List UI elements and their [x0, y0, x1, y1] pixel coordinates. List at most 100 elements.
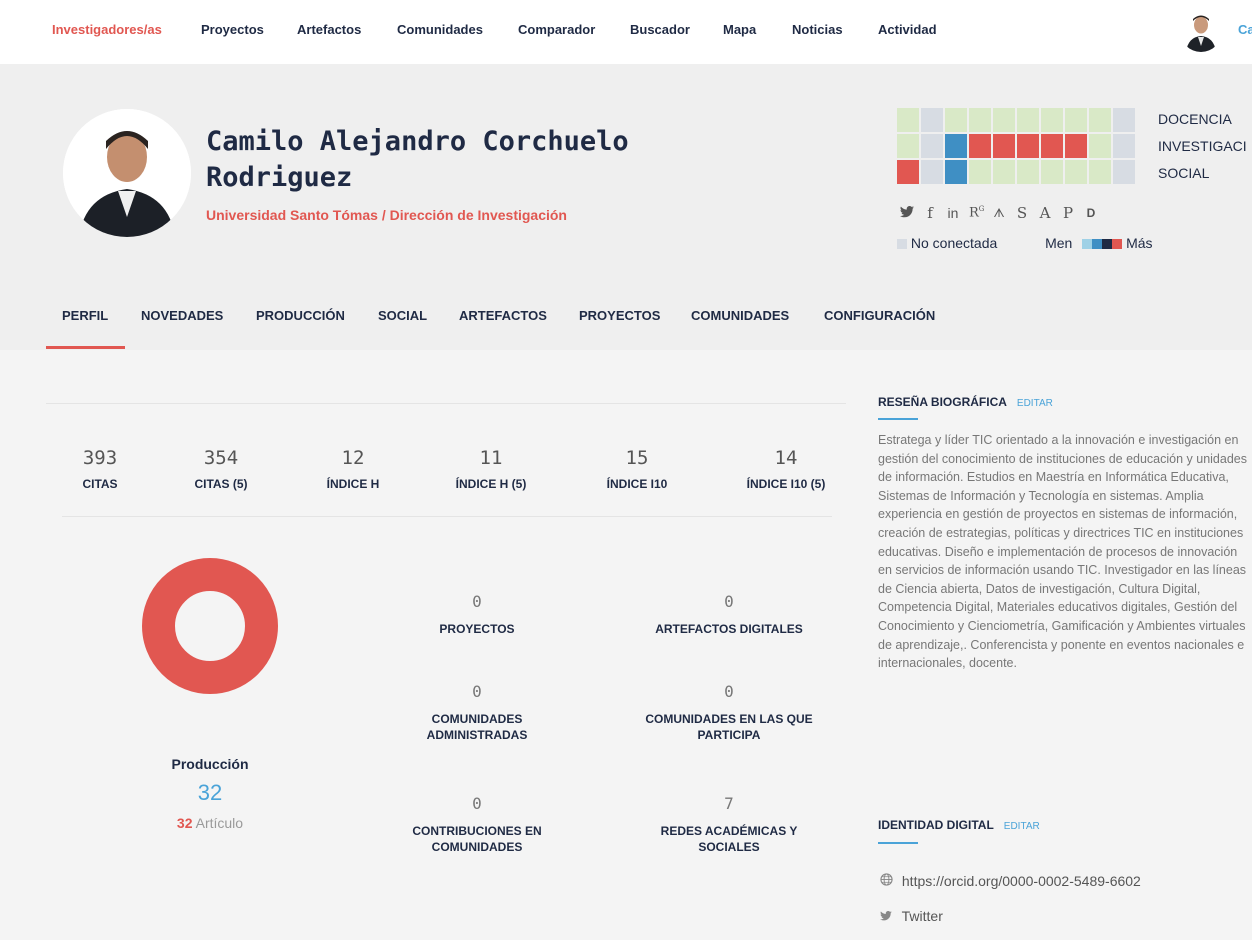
twitter-icon[interactable] — [900, 204, 914, 222]
metric-value: 12 — [341, 447, 365, 469]
nav-investigadores[interactable]: Investigadores/as — [52, 22, 162, 37]
linkedin-icon[interactable]: in — [946, 205, 960, 221]
stat-label: COMUNIDADES EN LAS QUE PARTICIPA — [645, 712, 813, 742]
top-navigation: Investigadores/as Proyectos Artefactos C… — [0, 0, 1252, 64]
profile-name-line1: Camilo Alejandro Corchuelo — [206, 126, 629, 157]
bio-title: RESEÑA BIOGRÁFICA — [878, 395, 1007, 409]
stat-redes-academicas[interactable]: 7 REDES ACADÉMICAS Y SOCIALES — [629, 794, 829, 855]
stat-artefactos-digitales[interactable]: 0 ARTEFACTOS DIGITALES — [629, 592, 829, 637]
stat-proyectos[interactable]: 0 PROYECTOS — [377, 592, 577, 637]
user-avatar[interactable] — [1180, 10, 1222, 52]
stat-comunidades-participa[interactable]: 0 COMUNIDADES EN LAS QUE PARTICIPA — [629, 682, 829, 743]
metric-value: 11 — [479, 447, 503, 469]
activity-cell — [921, 134, 943, 158]
activity-row-docencia: DOCENCIA — [1158, 111, 1232, 127]
nav-proyectos[interactable]: Proyectos — [201, 22, 264, 37]
article-label: Artículo — [195, 815, 244, 831]
profile-photo — [63, 109, 191, 237]
tab-novedades[interactable]: NOVEDADES — [141, 308, 223, 323]
tab-proyectos[interactable]: PROYECTOS — [579, 308, 660, 323]
activity-cell — [1089, 134, 1111, 158]
academia-icon[interactable]: A — [1038, 204, 1052, 222]
bio-text: Estratega y líder TIC orientado a la inn… — [878, 433, 1247, 671]
researchgate-icon[interactable]: RG — [969, 205, 984, 220]
stat-value: 0 — [472, 682, 482, 701]
tab-artefactos[interactable]: ARTEFACTOS — [459, 308, 547, 323]
legend-swatch-1 — [1082, 239, 1093, 250]
metric-label: ÍNDICE H — [326, 477, 380, 491]
section-underline — [878, 418, 918, 420]
profile-name: Camilo Alejandro Corchuelo Rodriguez — [206, 124, 766, 196]
publons-icon[interactable]: P — [1061, 204, 1075, 222]
stat-label: ARTEFACTOS DIGITALES — [655, 622, 803, 636]
activity-cell — [1041, 134, 1063, 158]
identity-section-title: IDENTIDAD DIGITAL EDITAR — [878, 818, 1040, 832]
activity-cell — [1017, 108, 1039, 132]
tab-configuracion[interactable]: CONFIGURACIÓN — [824, 308, 935, 323]
metric-indice-i10: 15 ÍNDICE I10 — [577, 447, 697, 491]
activity-cell — [1065, 160, 1087, 184]
stat-value: 0 — [472, 794, 482, 813]
tab-perfil[interactable]: PERFIL — [62, 308, 108, 323]
user-name-link[interactable]: Ca — [1238, 22, 1252, 37]
nav-actividad[interactable]: Actividad — [878, 22, 937, 37]
nav-comunidades[interactable]: Comunidades — [397, 22, 483, 37]
facebook-icon[interactable]: f — [923, 204, 937, 222]
stat-label: PROYECTOS — [439, 622, 515, 636]
affiliation[interactable]: Universidad Santo Tómas / Dirección de I… — [206, 207, 567, 223]
nav-mapa[interactable]: Mapa — [723, 22, 756, 37]
activity-cell — [993, 134, 1015, 158]
activity-cell — [993, 160, 1015, 184]
stat-value: 0 — [472, 592, 482, 611]
metric-indice-h: 12 ÍNDICE H — [293, 447, 413, 491]
identity-link-text: https://orcid.org/0000-0002-5489-6602 — [901, 873, 1141, 889]
profile-name-line2: Rodriguez — [206, 162, 353, 193]
nav-buscador[interactable]: Buscador — [630, 22, 690, 37]
orcid-icon[interactable]: D — [1084, 206, 1098, 220]
section-underline — [878, 842, 918, 844]
metric-label: CITAS — [82, 477, 118, 491]
stat-comunidades-administradas[interactable]: 0 COMUNIDADES ADMINISTRADAS — [377, 682, 577, 743]
globe-icon — [880, 873, 898, 889]
activity-legend: No conectada Men Más — [897, 235, 1153, 251]
activity-row-social: SOCIAL — [1158, 165, 1210, 181]
identity-title: IDENTIDAD DIGITAL — [878, 818, 994, 832]
production-count[interactable]: 32 — [140, 780, 280, 806]
social-icons: f in RG ᗑ S A P D — [900, 204, 1098, 222]
activity-cell — [1041, 160, 1063, 184]
activity-cell — [993, 108, 1015, 132]
stat-label: COMUNIDADES ADMINISTRADAS — [426, 712, 528, 742]
nav-noticias[interactable]: Noticias — [792, 22, 843, 37]
activity-cell — [897, 134, 919, 158]
tab-social[interactable]: SOCIAL — [378, 308, 427, 323]
google-scholar-icon[interactable]: S — [1015, 204, 1029, 222]
metric-indice-i10-5: 14 ÍNDICE I10 (5) — [726, 447, 846, 491]
activity-cell — [969, 160, 991, 184]
tab-comunidades[interactable]: COMUNIDADES — [691, 308, 789, 323]
activity-cell — [945, 134, 967, 158]
legend-less: Men — [1045, 235, 1073, 251]
stat-label: REDES ACADÉMICAS Y SOCIALES — [660, 824, 798, 854]
identity-link-twitter[interactable]: Twitter — [880, 908, 943, 924]
activity-cell — [897, 108, 919, 132]
mendeley-icon[interactable]: ᗑ — [992, 206, 1006, 221]
identity-edit-link[interactable]: EDITAR — [1004, 821, 1040, 832]
tab-produccion[interactable]: PRODUCCIÓN — [256, 308, 345, 323]
nav-comparador[interactable]: Comparador — [518, 22, 595, 37]
activity-cell — [1041, 108, 1063, 132]
activity-cell — [969, 134, 991, 158]
activity-cell — [969, 108, 991, 132]
stat-contribuciones[interactable]: 0 CONTRIBUCIONES EN COMUNIDADES — [377, 794, 577, 855]
nav-artefactos[interactable]: Artefactos — [297, 22, 361, 37]
bio-edit-link[interactable]: EDITAR — [1017, 398, 1053, 409]
activity-cell — [1113, 134, 1135, 158]
activity-cell — [1113, 108, 1135, 132]
legend-more: Más — [1126, 235, 1153, 251]
metric-citas-5: 354 CITAS (5) — [161, 447, 281, 491]
identity-link-orcid[interactable]: https://orcid.org/0000-0002-5489-6602 — [880, 873, 1141, 889]
stat-value: 0 — [724, 682, 734, 701]
bio-section-title: RESEÑA BIOGRÁFICA EDITAR — [878, 395, 1053, 409]
production-article-breakdown: 32 Artículo — [140, 815, 280, 831]
metric-value: 14 — [774, 447, 798, 469]
stat-label: CONTRIBUCIONES EN COMUNIDADES — [412, 824, 542, 854]
